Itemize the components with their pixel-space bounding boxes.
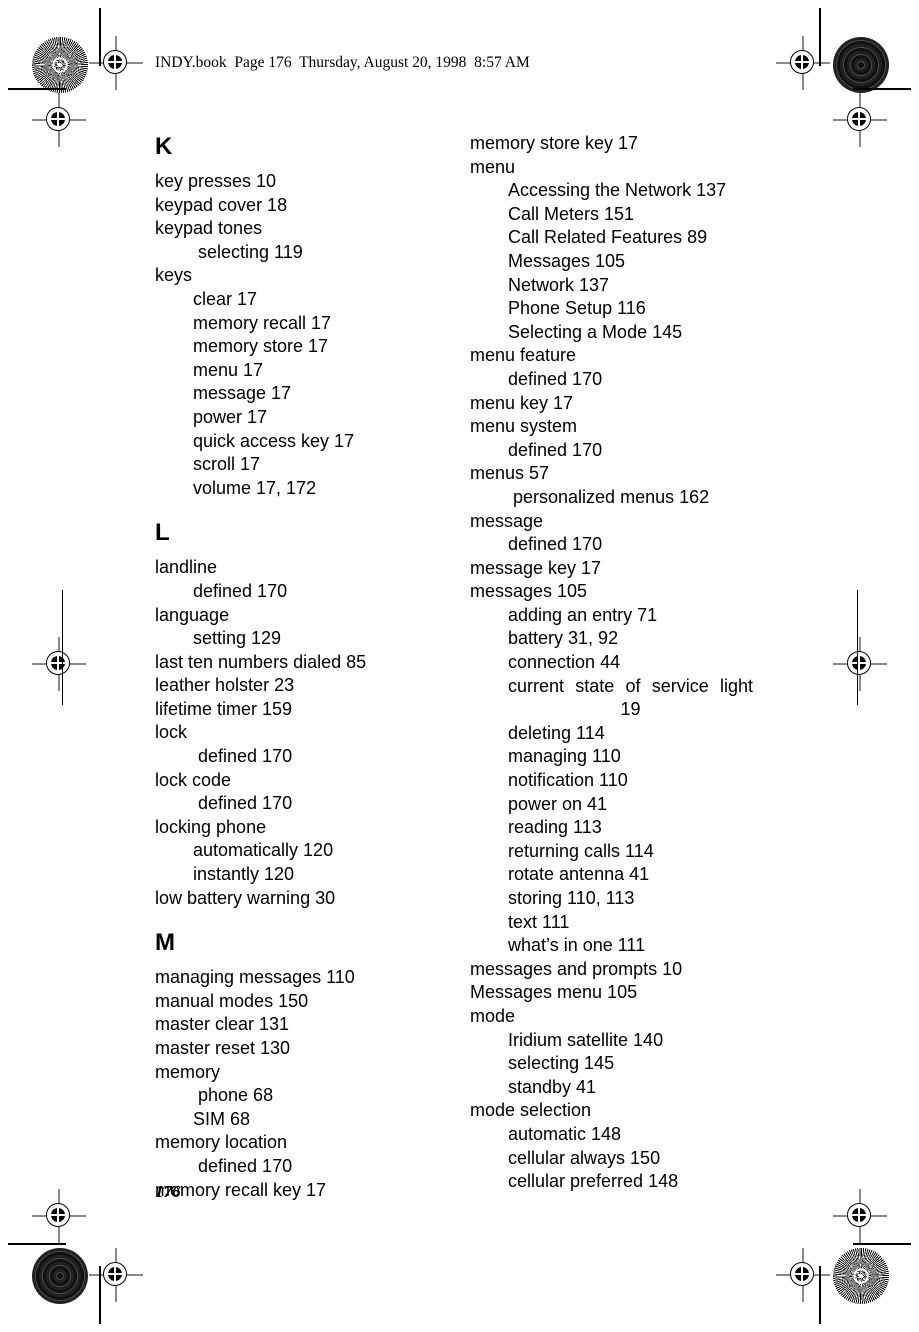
- index-subentry: reading 113: [508, 817, 602, 838]
- index-subentry: deleting 114: [508, 722, 605, 743]
- index-entry: message key 17: [470, 557, 602, 578]
- index-entry: menus 57: [470, 463, 550, 484]
- index-entry: mode: [470, 1005, 516, 1026]
- index-entry: memory: [155, 1061, 221, 1082]
- index-entry: menu system: [470, 416, 578, 437]
- index-subentry: Call Related Features 89: [508, 227, 708, 248]
- index-subentry: defined 170: [198, 746, 293, 767]
- index-subentry: personalized menus 162: [513, 486, 710, 507]
- index-entry: keypad cover 18: [155, 194, 288, 215]
- index-subentry: current state of service light 19: [508, 675, 759, 720]
- index-entry: memory location: [155, 1132, 288, 1153]
- index-subentry: defined 170: [508, 368, 603, 389]
- index-entry: managing messages 110: [155, 967, 355, 988]
- index-subentry: Iridium satellite 140: [508, 1029, 664, 1050]
- index-subentry: memory store 17: [193, 336, 329, 357]
- index-entry: lock code: [155, 769, 232, 790]
- index-entry: locking phone: [155, 816, 267, 837]
- index-subentry: cellular preferred 148: [508, 1171, 679, 1192]
- index-subentry: standby 41: [508, 1076, 597, 1097]
- index-subentry: Selecting a Mode 145: [508, 321, 683, 342]
- index-subentry: Network 137: [508, 274, 610, 295]
- index-subentry: SIM 68: [193, 1108, 251, 1129]
- index-entry: manual modes 150: [155, 990, 309, 1011]
- index-subentry: returning calls 114: [508, 840, 654, 861]
- index-subentry: selecting 145: [508, 1053, 615, 1074]
- index-subentry: Messages 105: [508, 250, 626, 271]
- index-body: Kkey presses 10 keypad cover 18 keypad ton…: [0, 0, 919, 1332]
- index-subentry: text 111: [508, 911, 570, 932]
- index-subentry: message 17: [193, 383, 292, 404]
- index-subentry: memory recall 17: [193, 312, 332, 333]
- index-subentry: setting 129: [193, 628, 282, 649]
- index-subentry: Call Meters 151: [508, 203, 635, 224]
- index-entry: language: [155, 604, 230, 625]
- index-subentry: rotate antenna 41: [508, 864, 650, 885]
- index-entry: lifetime timer 159: [155, 698, 293, 719]
- index-entry: mode selection: [470, 1100, 592, 1121]
- index-subentry: defined 170: [193, 580, 288, 601]
- index-entry: message: [470, 510, 544, 531]
- index-subentry: selecting 119: [198, 241, 303, 262]
- index-entry: landline: [155, 557, 218, 578]
- index-subentry: defined 170: [198, 1155, 293, 1176]
- index-entry: leather holster 23: [155, 675, 295, 696]
- index-entry: menu feature: [470, 345, 577, 366]
- index-subentry: Phone Setup 116: [508, 298, 646, 319]
- page-number: 176: [155, 1182, 181, 1201]
- index-letter-heading: K: [155, 133, 173, 160]
- index-letter-heading: M: [155, 929, 175, 957]
- index-subentry: automatically 120: [193, 840, 334, 861]
- index-entry: keypad tones: [155, 218, 263, 239]
- index-subentry: power on 41: [508, 793, 608, 814]
- index-entry: menu key 17: [470, 392, 574, 413]
- index-subentry: battery 31, 92: [508, 628, 619, 649]
- index-entry: Messages menu 105: [470, 982, 638, 1003]
- index-entry: keys: [155, 265, 193, 286]
- index-letter-heading: L: [155, 519, 170, 547]
- index-entry: messages and prompts 10: [470, 958, 683, 979]
- index-subentry: automatic 148: [508, 1123, 622, 1144]
- index-subentry: defined 170: [508, 439, 603, 460]
- index-subentry: defined 170: [198, 793, 293, 814]
- index-entry: memory recall key 17: [155, 1179, 327, 1200]
- index-subentry: menu 17: [193, 359, 264, 380]
- index-subentry: volume 17, 172: [193, 477, 317, 498]
- index-entry: last ten numbers dialed 85: [155, 651, 367, 672]
- index-subentry: what’s in one 111: [508, 935, 646, 956]
- index-subentry: defined 170: [508, 534, 603, 555]
- index-subentry: instantly 120: [193, 864, 295, 885]
- index-entry: menu: [470, 156, 516, 177]
- index-subentry: cellular always 150: [508, 1147, 661, 1168]
- index-entry: key presses 10: [155, 171, 277, 191]
- index-entry: lock: [155, 722, 188, 743]
- index-subentry: clear 17: [193, 288, 258, 309]
- index-subentry: power 17: [193, 406, 268, 427]
- index-entry: master clear 131: [155, 1014, 290, 1035]
- index-subentry: quick access key 17: [193, 430, 355, 451]
- index-entry: messages 105: [470, 581, 588, 602]
- index-subentry: storing 110, 113: [508, 888, 635, 908]
- index-subentry: Accessing the Network 137: [508, 180, 727, 201]
- index-entry: master reset 130: [155, 1038, 291, 1058]
- index-subentry: connection 44: [508, 652, 621, 673]
- index-subentry: adding an entry 71: [508, 604, 658, 625]
- index-subentry: phone 68: [198, 1085, 274, 1106]
- index-subentry: managing 110: [508, 746, 621, 767]
- index-entry: low battery warning 30: [155, 887, 336, 908]
- index-subentry: scroll 17: [193, 454, 261, 475]
- index-entry: memory store key 17: [470, 133, 639, 153]
- index-column-left: Kkey presses 10 keypad cover 18 keypad ton…: [155, 132, 455, 1202]
- index-subentry: notification 110: [508, 770, 628, 791]
- index-column-right: memory store key 17 menu Accessing the Net…: [470, 132, 770, 1194]
